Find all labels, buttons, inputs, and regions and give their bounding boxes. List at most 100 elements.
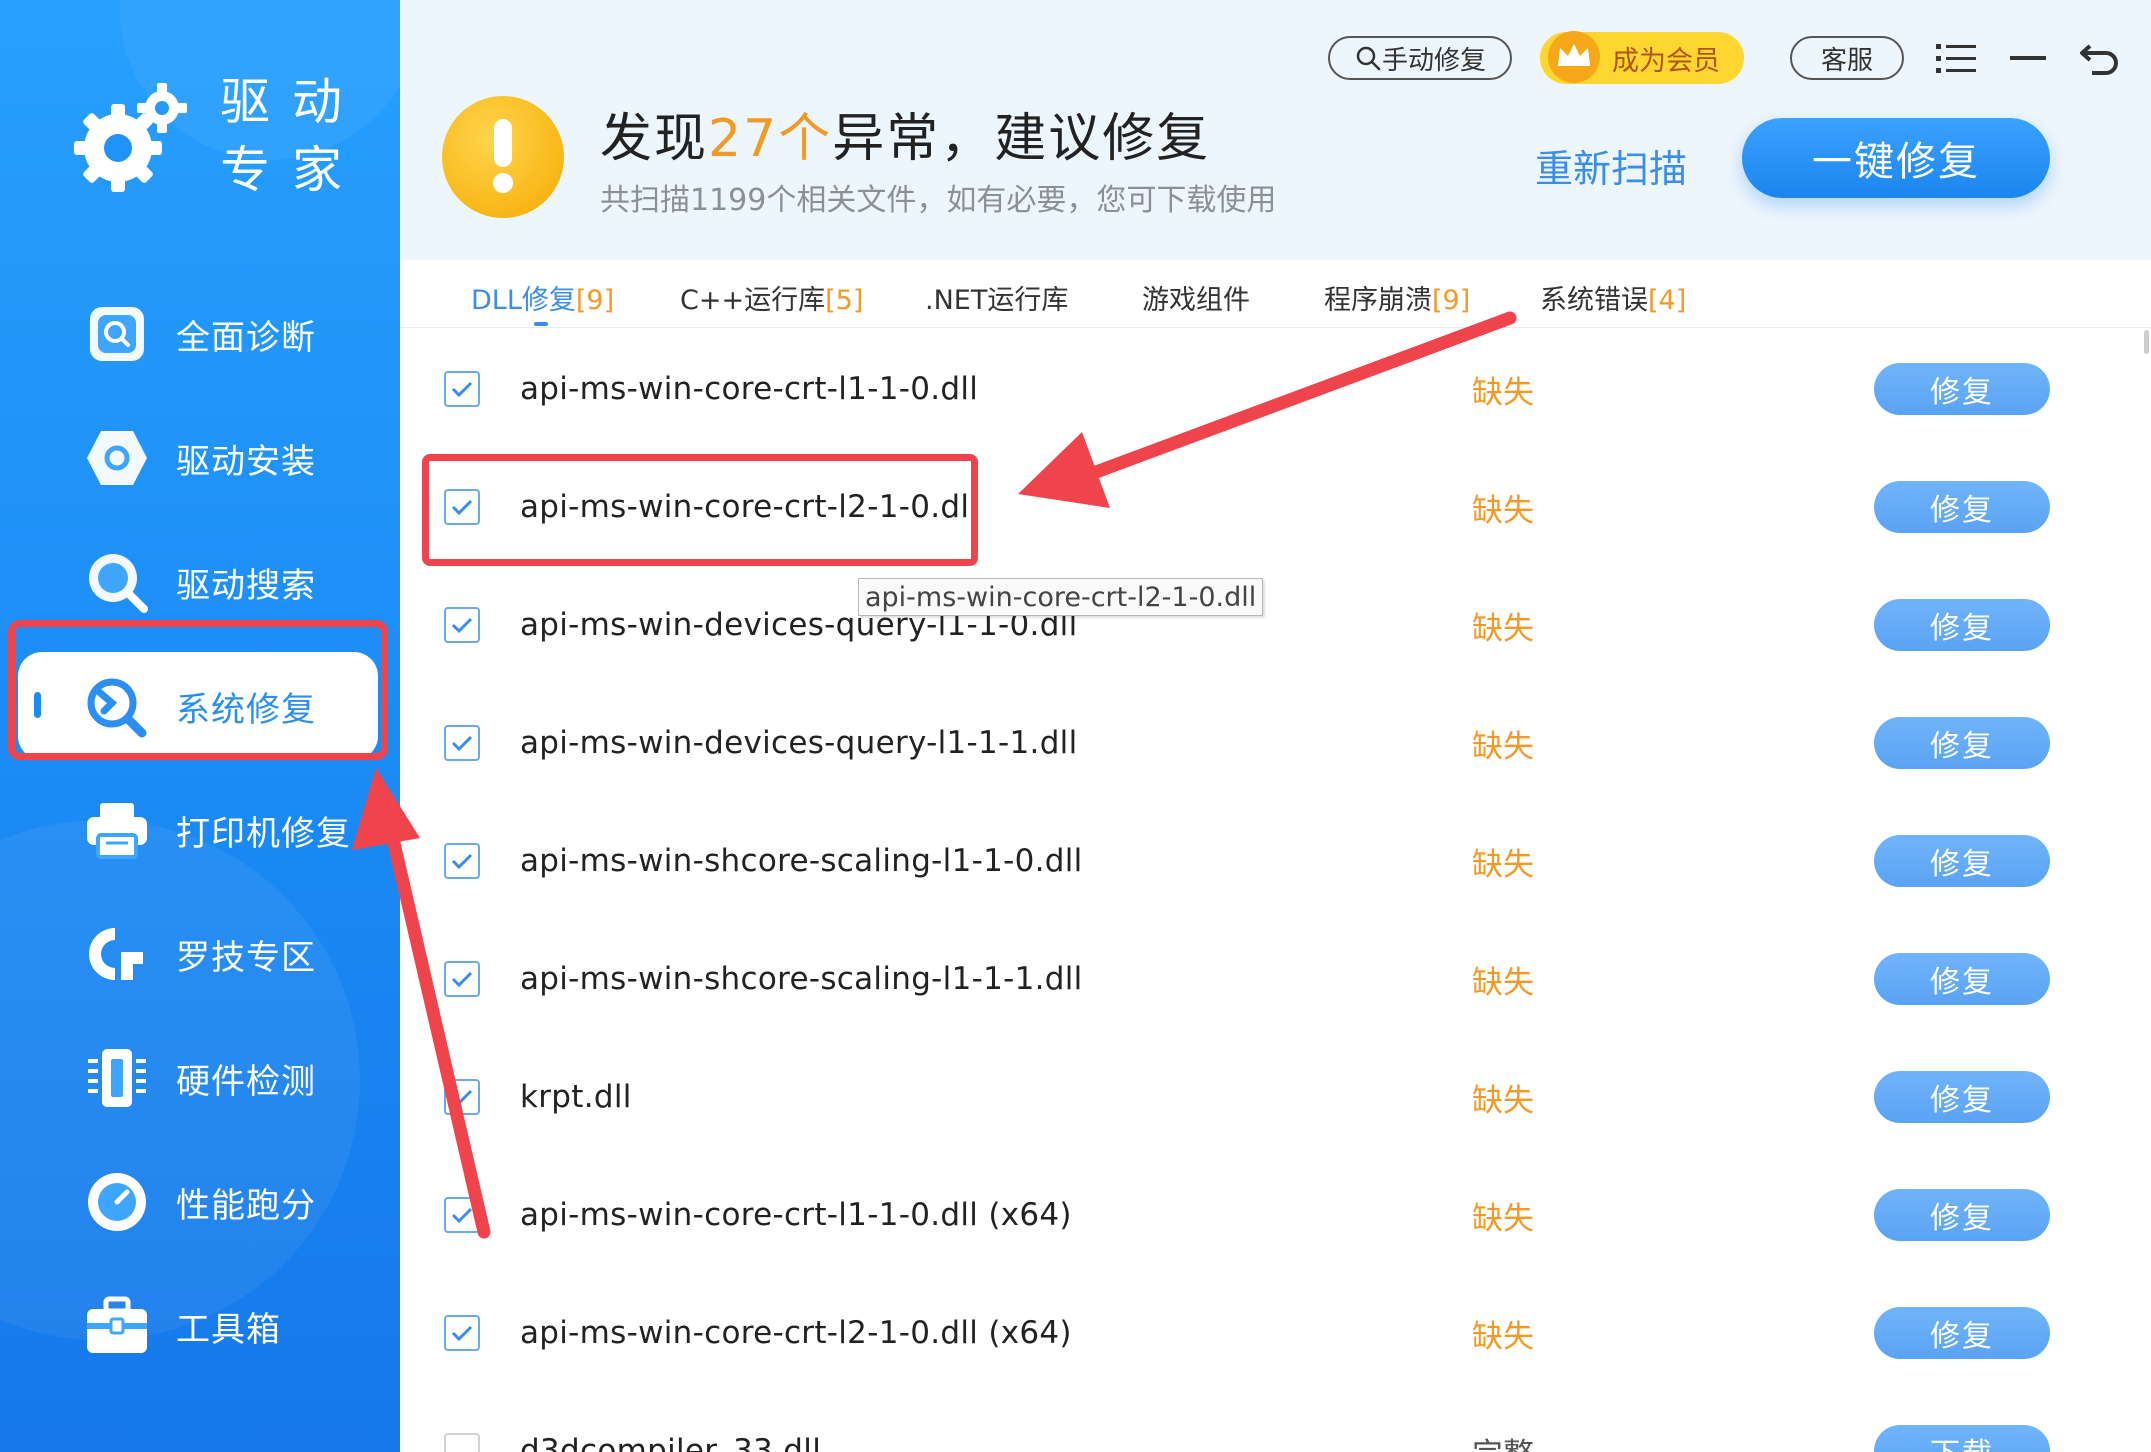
- tab-label: DLL修复: [471, 285, 576, 316]
- repair-button[interactable]: 修复: [1874, 481, 2050, 533]
- list-item: krpt.dll 缺失 修复: [400, 1038, 2151, 1156]
- file-name: api-ms-win-core-crt-l1-1-0.dll: [520, 371, 979, 407]
- service-label: 客服: [1820, 45, 1873, 76]
- tab-count: [9]: [1432, 285, 1471, 316]
- sidebar-item-label: 性能跑分: [176, 1185, 316, 1226]
- sidebar-item-label: 全面诊断: [176, 317, 316, 358]
- sidebar-item-driver-install[interactable]: 驱动安装: [0, 396, 400, 520]
- repair-button[interactable]: 修复: [1874, 363, 2050, 415]
- tab-game-components[interactable]: 游戏组件: [1142, 278, 1250, 317]
- menu-icon[interactable]: [1932, 34, 1980, 82]
- file-name: api-ms-win-core-crt-l1-1-0.dll (x64): [520, 1197, 1072, 1233]
- sidebar-item-label: 工具箱: [176, 1309, 281, 1350]
- manual-fix-button[interactable]: 手动修复: [1328, 36, 1512, 80]
- active-tab-indicator: [534, 322, 548, 326]
- repair-button[interactable]: 修复: [1874, 1307, 2050, 1359]
- row-checkbox[interactable]: [444, 1079, 480, 1115]
- category-tabs: DLL修复[9] C++运行库[5] .NET运行库 游戏组件 程序崩溃[9] …: [400, 260, 2151, 328]
- file-status: 缺失: [1472, 374, 1534, 411]
- hardware-icon: [84, 1045, 150, 1111]
- repair-button[interactable]: 修复: [1874, 717, 2050, 769]
- logitech-icon: [84, 921, 150, 987]
- file-name: api-ms-win-shcore-scaling-l1-1-1.dll: [520, 961, 1083, 997]
- back-icon[interactable]: [2076, 34, 2124, 82]
- app-logo: 驱动 专家: [70, 60, 370, 210]
- tab-count: [5]: [825, 285, 864, 316]
- annotation-box-row: [422, 454, 978, 566]
- tab-label: C++运行库: [680, 285, 826, 316]
- repair-button[interactable]: 修复: [1874, 835, 2050, 887]
- manual-fix-label: 手动修复: [1381, 45, 1486, 76]
- row-checkbox[interactable]: [444, 843, 480, 879]
- file-status: 缺失: [1472, 492, 1534, 529]
- row-checkbox[interactable]: [444, 1433, 480, 1452]
- sidebar-item-diagnose[interactable]: 全面诊断: [0, 272, 400, 396]
- file-status: 缺失: [1472, 964, 1534, 1001]
- list-item: api-ms-win-shcore-scaling-l1-1-1.dll 缺失 …: [400, 920, 2151, 1038]
- diagnose-icon: [84, 301, 150, 367]
- driver-install-icon: [84, 425, 150, 491]
- sidebar-item-performance[interactable]: 性能跑分: [0, 1140, 400, 1264]
- repair-button[interactable]: 修复: [1874, 953, 2050, 1005]
- brand-line-2: 专家: [220, 141, 364, 199]
- row-checkbox[interactable]: [444, 1197, 480, 1233]
- warning-icon: [442, 96, 564, 218]
- vip-label: 成为会员: [1612, 45, 1720, 77]
- repair-button[interactable]: 修复: [1874, 1189, 2050, 1241]
- sidebar-item-label: 驱动搜索: [176, 565, 316, 606]
- tab-count: [9]: [575, 285, 615, 316]
- file-status: 缺失: [1472, 846, 1534, 883]
- row-checkbox[interactable]: [444, 1315, 480, 1351]
- minimize-icon[interactable]: [2004, 34, 2052, 82]
- issue-count: 27个: [708, 109, 833, 169]
- sidebar-item-logitech[interactable]: 罗技专区: [0, 892, 400, 1016]
- filename-tooltip: api-ms-win-core-crt-l2-1-0.dll: [858, 578, 1264, 616]
- vip-button[interactable]: 成为会员: [1540, 31, 1744, 84]
- tab-label: 系统错误: [1540, 285, 1648, 316]
- file-status: 缺失: [1472, 1082, 1534, 1119]
- search-icon: [1356, 46, 1381, 71]
- brand-line-1: 驱动: [220, 73, 364, 131]
- scan-summary: 共扫描1199个相关文件，如有必要，您可下载使用: [600, 183, 1277, 218]
- performance-icon: [84, 1169, 150, 1235]
- tab-label: 游戏组件: [1142, 285, 1250, 316]
- list-item: api-ms-win-core-crt-l1-1-0.dll 缺失 修复: [400, 330, 2151, 448]
- sidebar-item-toolbox[interactable]: 工具箱: [0, 1264, 400, 1388]
- list-item: api-ms-win-devices-query-l1-1-0.dll 缺失 修…: [400, 566, 2151, 684]
- list-item: api-ms-win-core-crt-l1-1-0.dll (x64) 缺失 …: [400, 1156, 2151, 1274]
- download-button[interactable]: 下载: [1874, 1425, 2050, 1452]
- tab-label: .NET运行库: [925, 285, 1069, 316]
- tab-label: 程序崩溃: [1324, 285, 1432, 316]
- repair-button[interactable]: 修复: [1874, 1071, 2050, 1123]
- tab-system-errors[interactable]: 系统错误[4]: [1540, 278, 1686, 317]
- row-checkbox[interactable]: [444, 961, 480, 997]
- file-status: 缺失: [1472, 610, 1534, 647]
- title-prefix: 发现: [600, 109, 709, 169]
- file-status: 缺失: [1472, 1200, 1534, 1237]
- row-checkbox[interactable]: [444, 725, 480, 761]
- list-item: d3dcompiler_33.dll 完整 下载: [400, 1392, 2151, 1452]
- tab-dll[interactable]: DLL修复[9]: [471, 278, 614, 317]
- page-title: 发现27个异常，建议修复: [600, 96, 1210, 171]
- fix-all-button[interactable]: 一键修复: [1742, 118, 2050, 198]
- file-name: api-ms-win-shcore-scaling-l1-1-0.dll: [520, 843, 1083, 879]
- row-checkbox[interactable]: [444, 371, 480, 407]
- rescan-link[interactable]: 重新扫描: [1535, 138, 1687, 193]
- crown-icon: [1548, 31, 1600, 83]
- printer-icon: [84, 797, 150, 863]
- repair-button[interactable]: 修复: [1874, 599, 2050, 651]
- sidebar-item-printer-repair[interactable]: 打印机修复: [0, 768, 400, 892]
- gears-logo-icon: [74, 83, 187, 192]
- list-item: api-ms-win-shcore-scaling-l1-1-0.dll 缺失 …: [400, 802, 2151, 920]
- sidebar-item-hardware[interactable]: 硬件检测: [0, 1016, 400, 1140]
- sidebar-item-label: 罗技专区: [176, 937, 316, 978]
- file-status: 完整: [1472, 1429, 1534, 1452]
- file-status: 缺失: [1472, 728, 1534, 765]
- file-name: api-ms-win-devices-query-l1-1-1.dll: [520, 725, 1078, 761]
- scrollbar[interactable]: [2144, 330, 2149, 354]
- row-checkbox[interactable]: [444, 607, 480, 643]
- tab-dotnet-runtime[interactable]: .NET运行库: [925, 278, 1068, 317]
- tab-program-crash[interactable]: 程序崩溃[9]: [1324, 278, 1470, 317]
- service-button[interactable]: 客服: [1790, 36, 1904, 80]
- tab-cpp-runtime[interactable]: C++运行库[5]: [680, 278, 863, 317]
